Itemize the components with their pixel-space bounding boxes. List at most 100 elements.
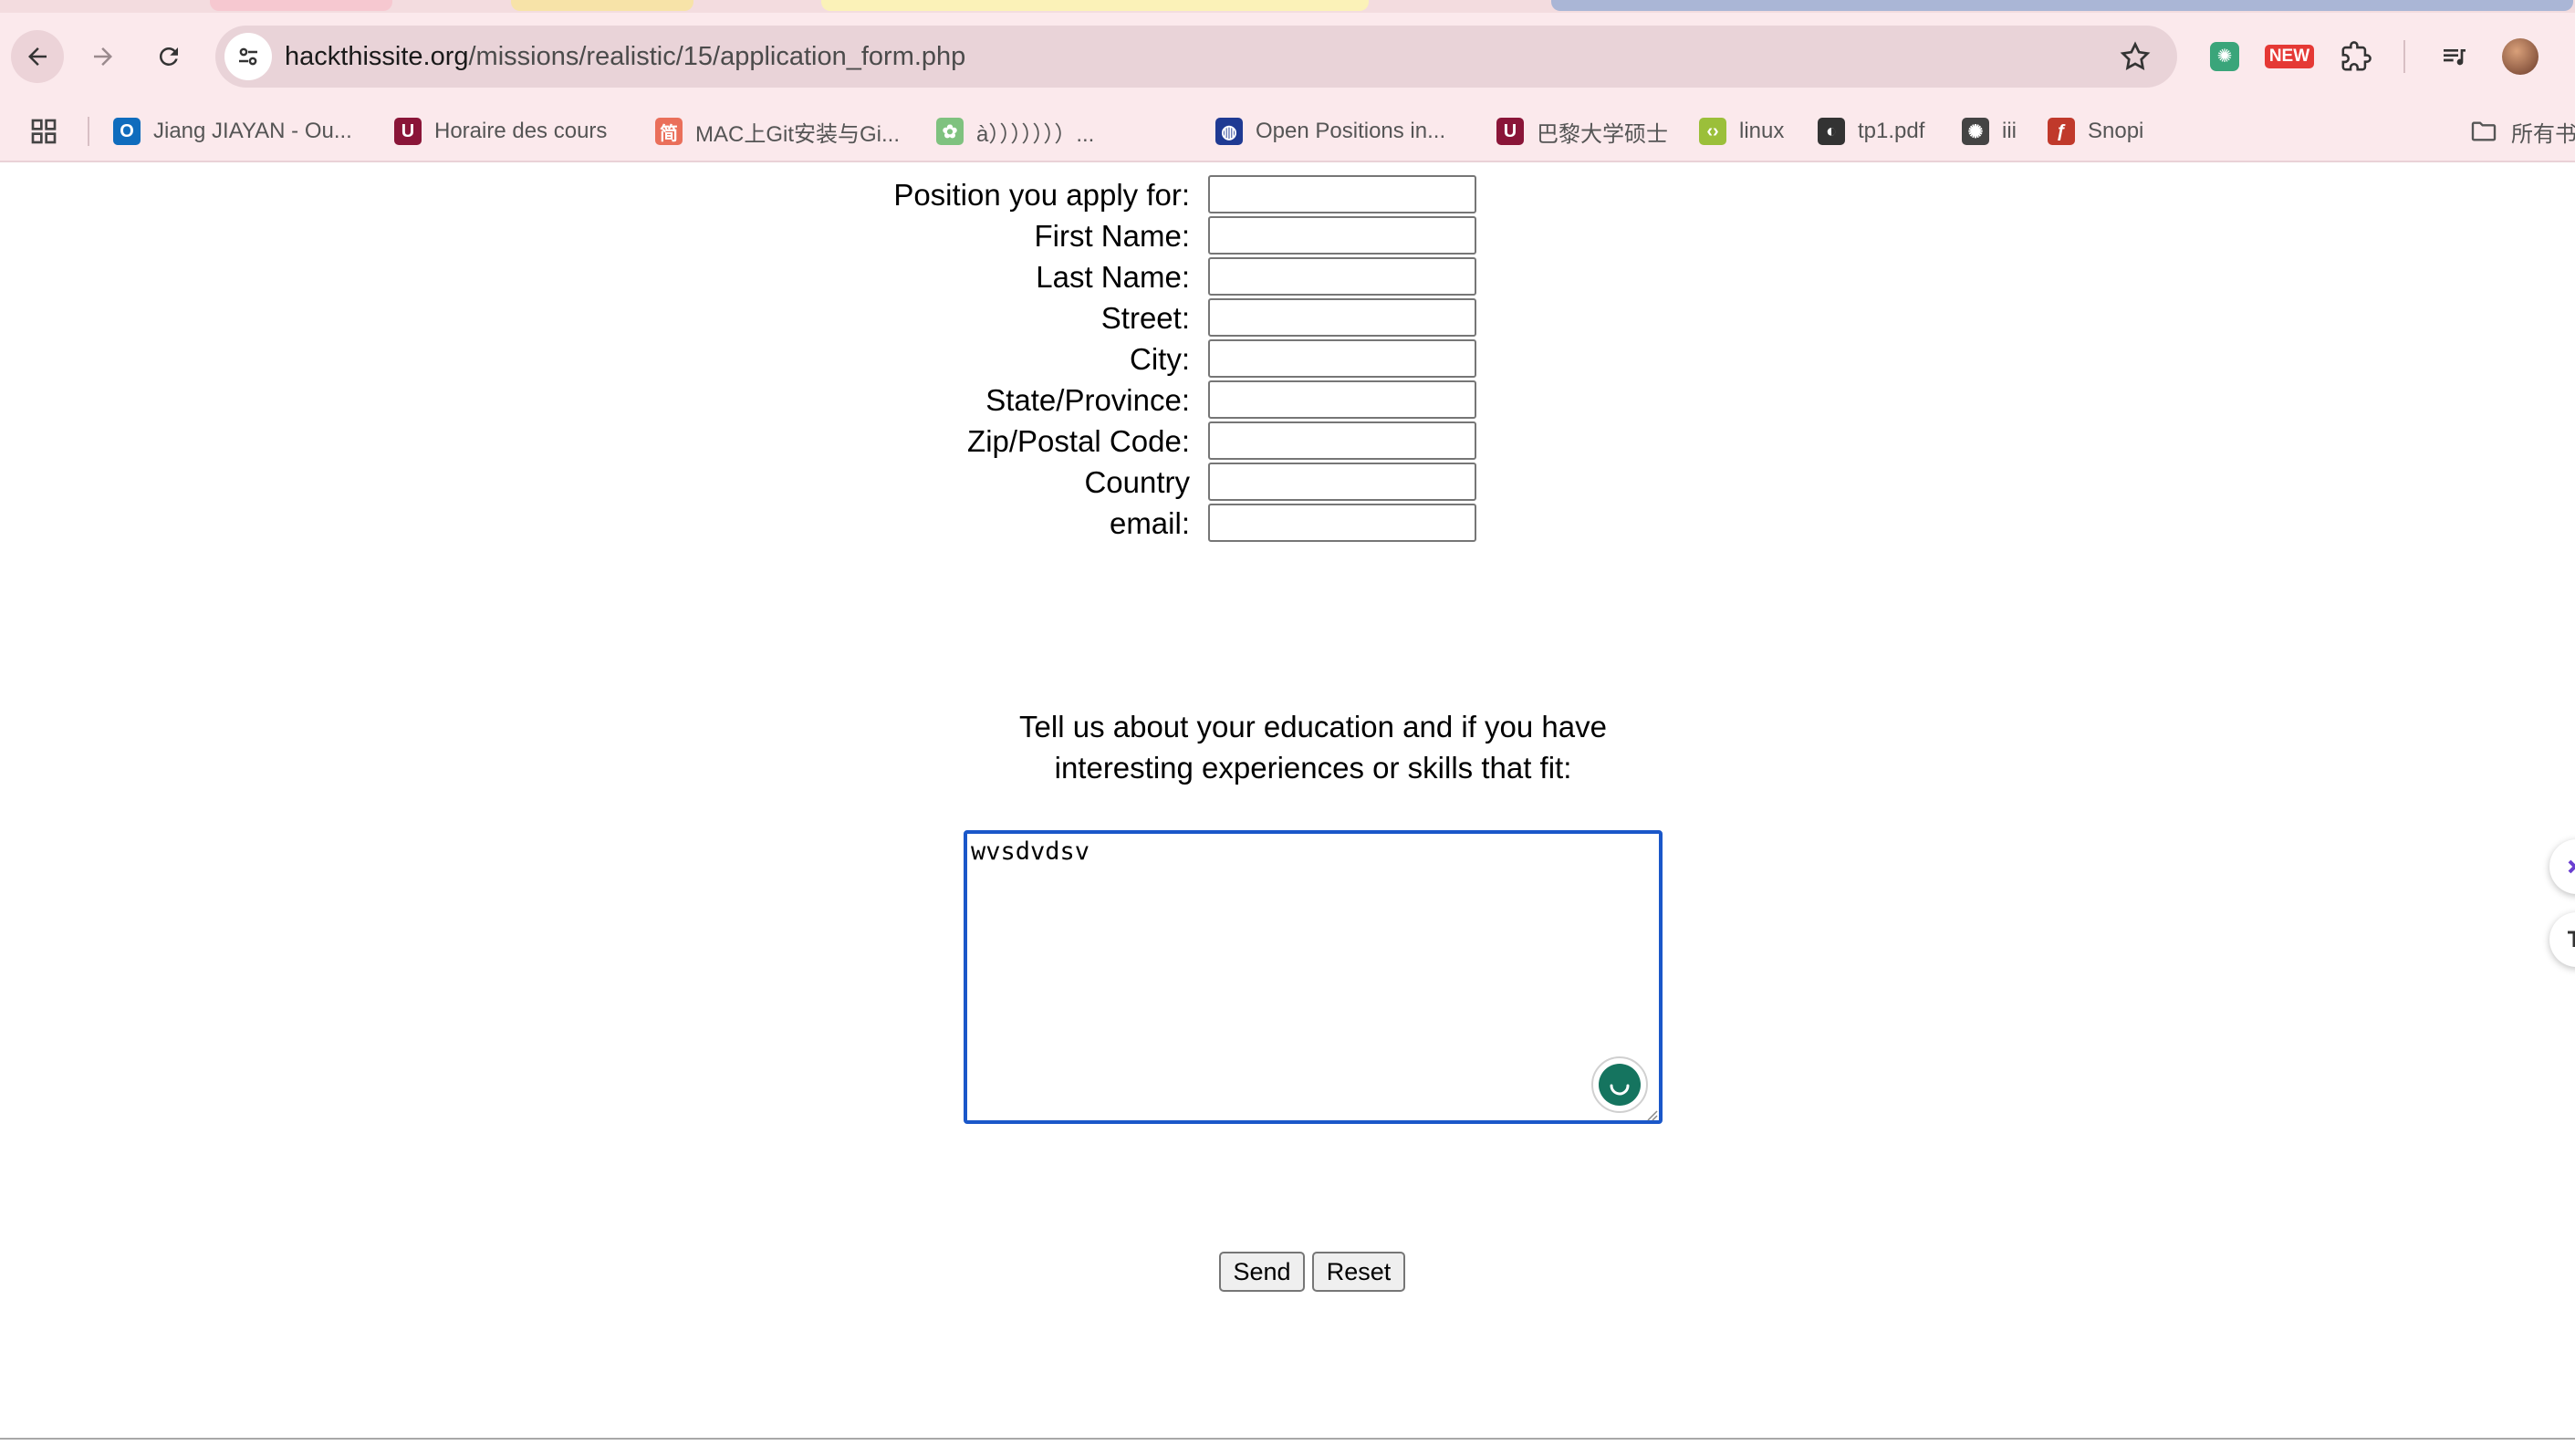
bookmark-label: Horaire des cours xyxy=(434,119,608,143)
bookmark-star-icon[interactable] xyxy=(2119,40,2152,73)
education-prompt-line1: Tell us about your education and if you … xyxy=(1019,710,1607,744)
side-assistant-button[interactable] xyxy=(2549,839,2575,894)
media-controls-button[interactable] xyxy=(2436,36,2473,77)
bookmark-label: iii xyxy=(2002,119,2017,143)
grammar-assistant-icon xyxy=(1599,1064,1641,1106)
form-row: State/Province: xyxy=(0,380,2575,421)
reload-icon xyxy=(159,47,178,66)
form-row: Last Name: xyxy=(0,257,2575,297)
url-text[interactable]: hackthissite.org/missions/realistic/15/a… xyxy=(285,26,965,88)
code-icon: ‹› xyxy=(1699,118,1726,145)
bookmark-item[interactable]: U 巴黎大学硕士 xyxy=(1496,100,1668,162)
apps-button[interactable] xyxy=(29,100,58,162)
field-label: Street: xyxy=(1100,301,1190,335)
form-text-input[interactable] xyxy=(1208,339,1476,378)
bookmark-item[interactable]: O Jiang JIAYAN - Ou... xyxy=(113,100,352,162)
tab-decoration xyxy=(210,0,392,11)
bookmark-label: MAC上Git安装与Gi... xyxy=(695,121,901,147)
browser-toolbar: hackthissite.org/missions/realistic/15/a… xyxy=(0,13,2575,100)
form-text-input[interactable] xyxy=(1208,257,1476,296)
bookmark-item[interactable]: ✿ à）））））））... xyxy=(936,100,1094,162)
field-label: First Name: xyxy=(1034,219,1190,253)
form-text-input[interactable] xyxy=(1208,298,1476,337)
form-text-input[interactable] xyxy=(1208,175,1476,213)
bookmark-label: à）））））））... xyxy=(976,121,1095,147)
profile-button[interactable] xyxy=(2500,36,2540,77)
bookmark-item[interactable]: ✺ iii xyxy=(1962,100,2017,162)
sparkle-icon xyxy=(2568,859,2575,874)
back-button[interactable] xyxy=(11,30,64,83)
form-row: email: xyxy=(0,504,2575,544)
bookmark-item[interactable]: ‹› linux xyxy=(1699,100,1784,162)
form-text-input[interactable] xyxy=(1208,421,1476,460)
url-host: hackthissite.org xyxy=(285,42,469,71)
tune-icon xyxy=(239,47,257,66)
forward-button[interactable] xyxy=(77,30,130,83)
folder-icon xyxy=(2471,121,2497,141)
reload-button[interactable] xyxy=(142,30,195,83)
bookmark-label: 巴黎大学硕士 xyxy=(1537,121,1668,147)
bookmark-item[interactable]: 简 MAC上Git安装与Gi... xyxy=(655,100,900,162)
form-text-input[interactable] xyxy=(1208,380,1476,419)
bookmark-label: Open Positions in... xyxy=(1256,119,1446,143)
bookmark-item[interactable]: ◍ Open Positions in... xyxy=(1215,100,1445,162)
function-icon: ƒ xyxy=(2048,118,2075,145)
tab-strip xyxy=(0,0,2575,13)
pawprint-icon: ✿ xyxy=(936,118,964,145)
form-row: City: xyxy=(0,339,2575,380)
bookmark-item[interactable]: ƒ Snopi xyxy=(2048,100,2143,162)
openai-icon: ✺ xyxy=(1962,118,1989,145)
horizontal-rule xyxy=(0,1438,2575,1440)
form-text-input[interactable] xyxy=(1208,463,1476,501)
arrow-left-icon xyxy=(28,47,47,66)
bookmark-item[interactable]: U Horaire des cours xyxy=(394,100,607,162)
all-bookmarks-label: 所有书 xyxy=(2511,121,2575,147)
bookmark-item[interactable]: ◐ tp1.pdf xyxy=(1818,100,1924,162)
toolbar-divider xyxy=(2403,40,2405,73)
bookmark-label: tp1.pdf xyxy=(1858,119,1925,143)
tab-decoration xyxy=(821,0,1369,11)
form-row: Position you apply for: xyxy=(0,175,2575,215)
avatar xyxy=(2502,38,2539,75)
form-row: Zip/Postal Code: xyxy=(0,421,2575,462)
apps-grid-icon xyxy=(31,119,57,144)
university-icon: U xyxy=(394,118,422,145)
tab-decoration xyxy=(511,0,693,11)
all-bookmarks-folder[interactable]: 所有书 xyxy=(2469,100,2575,162)
new-extension-button[interactable]: NEW xyxy=(2263,36,2316,77)
resize-grip-icon[interactable] xyxy=(1644,1108,1659,1122)
new-badge-icon: NEW xyxy=(2264,45,2315,68)
field-label: State/Province: xyxy=(985,383,1190,417)
field-label: Position you apply for: xyxy=(893,178,1190,212)
page-content: Position you apply for: First Name: Last N… xyxy=(0,164,2575,1456)
site-info-button[interactable] xyxy=(224,33,272,80)
bookmark-label: Snopi xyxy=(2088,119,2144,143)
arrow-right-icon xyxy=(94,47,112,66)
field-label: Last Name: xyxy=(1036,260,1190,294)
puzzle-icon xyxy=(2341,41,2372,71)
queue-music-icon xyxy=(2444,49,2466,66)
tab-decoration xyxy=(1551,0,2573,11)
extensions-button[interactable] xyxy=(2338,36,2374,77)
outlook-icon: O xyxy=(113,118,141,145)
education-textarea[interactable]: wvsdvdsv xyxy=(964,830,1663,1124)
bookmarks-bar: O Jiang JIAYAN - Ou... U Horaire des cours 简… xyxy=(0,100,2575,162)
chatgpt-extension-icon: ✺ xyxy=(2210,42,2239,71)
send-button[interactable]: Send xyxy=(1219,1252,1305,1292)
address-bar[interactable]: hackthissite.org/missions/realistic/15/a… xyxy=(215,26,2177,88)
form-text-input[interactable] xyxy=(1208,216,1476,255)
field-label: email: xyxy=(1109,506,1190,540)
form-row: Street: xyxy=(0,298,2575,338)
field-label: City: xyxy=(1130,342,1190,376)
reset-button[interactable]: Reset xyxy=(1312,1252,1405,1292)
form-row: Country xyxy=(0,463,2575,503)
education-prompt-line2: interesting experiences or skills that f… xyxy=(1054,751,1572,785)
chatgpt-extension-button[interactable]: ✺ xyxy=(2206,36,2243,77)
translate-icon xyxy=(2568,931,2575,947)
globe-icon: ◍ xyxy=(1215,118,1243,145)
bookmarks-divider xyxy=(88,117,89,146)
side-translate-button[interactable] xyxy=(2549,912,2575,967)
form-text-input[interactable] xyxy=(1208,504,1476,542)
grammar-assistant-button[interactable] xyxy=(1591,1056,1648,1113)
university-icon: U xyxy=(1496,118,1524,145)
